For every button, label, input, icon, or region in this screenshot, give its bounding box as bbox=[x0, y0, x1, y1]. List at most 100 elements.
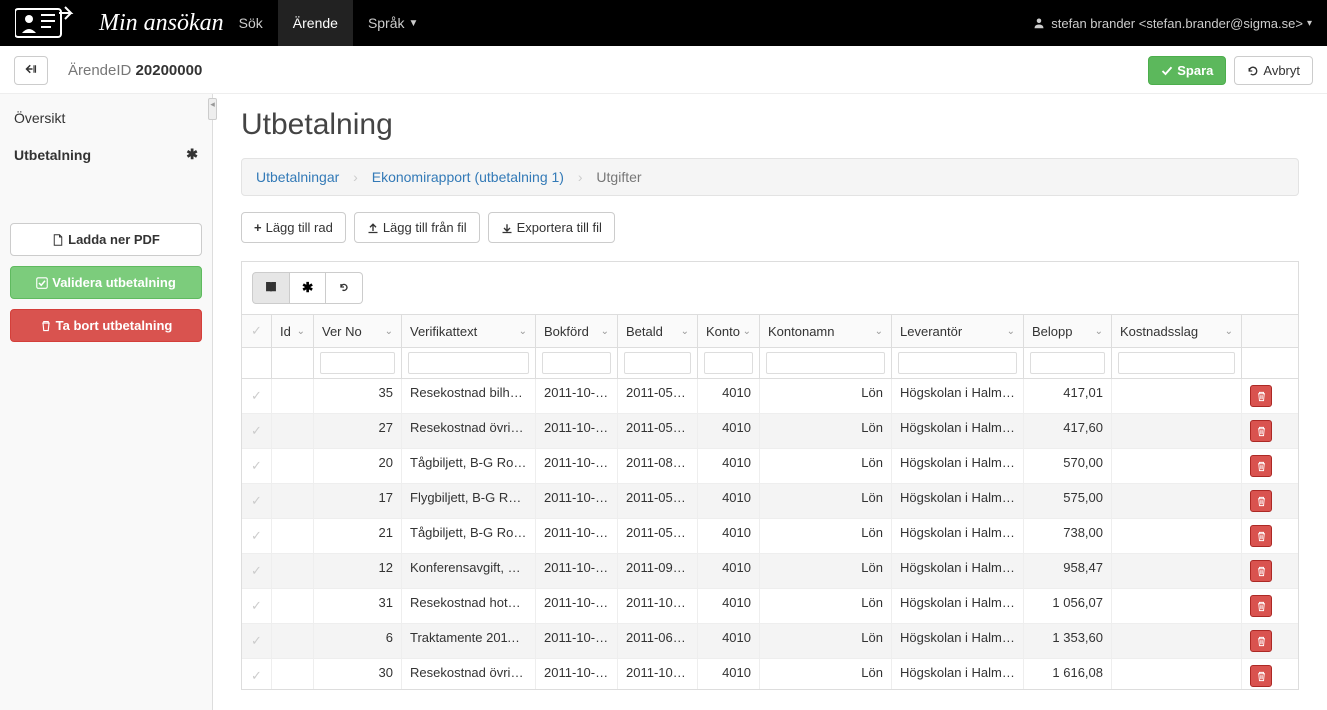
delete-row-button[interactable] bbox=[1250, 525, 1272, 547]
table-row[interactable]: ✓27Resekostnad övrig, ...2011-10-282011-… bbox=[242, 414, 1298, 449]
arende-label: ÄrendeID 20200000 bbox=[68, 62, 202, 79]
row-check[interactable]: ✓ bbox=[242, 554, 272, 588]
col-select[interactable]: ✓ bbox=[242, 315, 272, 347]
cell-id bbox=[272, 449, 314, 483]
sidebar-resize-handle[interactable]: ◂ bbox=[207, 94, 218, 710]
brand-text: Min ansökan bbox=[99, 10, 224, 37]
row-check[interactable]: ✓ bbox=[242, 589, 272, 623]
cell-konto: 4010 bbox=[698, 554, 760, 588]
filter-kostnad[interactable] bbox=[1118, 352, 1235, 374]
delete-row-button[interactable] bbox=[1250, 490, 1272, 512]
nav-sprak[interactable]: Språk ▼ bbox=[353, 0, 433, 46]
delete-row-button[interactable] bbox=[1250, 385, 1272, 407]
filter-leverantor[interactable] bbox=[898, 352, 1017, 374]
download-pdf-button[interactable]: Ladda ner PDF bbox=[10, 223, 202, 256]
back-button[interactable] bbox=[14, 56, 48, 85]
delete-row-button[interactable] bbox=[1250, 630, 1272, 652]
col-leverantor[interactable]: Leverantör⌄ bbox=[892, 315, 1024, 347]
row-check[interactable]: ✓ bbox=[242, 659, 272, 689]
delete-row-button[interactable] bbox=[1250, 560, 1272, 582]
grid-tool-book[interactable] bbox=[252, 272, 290, 304]
add-row-button[interactable]: + Lägg till rad bbox=[241, 212, 346, 243]
row-check[interactable]: ✓ bbox=[242, 519, 272, 553]
export-file-button[interactable]: Exportera till fil bbox=[488, 212, 615, 243]
save-button[interactable]: Spara bbox=[1148, 56, 1226, 85]
cell-konto: 4010 bbox=[698, 449, 760, 483]
cell-kostnad bbox=[1112, 484, 1242, 518]
cell-delete bbox=[1242, 414, 1277, 448]
table-row[interactable]: ✓31Resekostnad hotell...2011-10-282011-1… bbox=[242, 589, 1298, 624]
cancel-button[interactable]: Avbryt bbox=[1234, 56, 1313, 85]
col-verifikat[interactable]: Verifikattext⌄ bbox=[402, 315, 536, 347]
cell-bokford: 2011-10-28 bbox=[536, 624, 618, 658]
row-check[interactable]: ✓ bbox=[242, 449, 272, 483]
row-check[interactable]: ✓ bbox=[242, 624, 272, 658]
col-bokford[interactable]: Bokförd⌄ bbox=[536, 315, 618, 347]
grid-tool-asterisk[interactable]: ✱ bbox=[290, 272, 326, 304]
col-id[interactable]: Id⌄ bbox=[272, 315, 314, 347]
delete-row-button[interactable] bbox=[1250, 455, 1272, 477]
filter-belopp[interactable] bbox=[1030, 352, 1105, 374]
table-row[interactable]: ✓30Resekostnad övrig, ...2011-10-282011-… bbox=[242, 659, 1298, 689]
book-icon bbox=[265, 281, 277, 293]
user-menu[interactable]: stefan brander <stefan.brander@sigma.se>… bbox=[1033, 16, 1312, 31]
col-kostnad[interactable]: Kostnadsslag⌄ bbox=[1112, 315, 1242, 347]
grid-tool-undo[interactable] bbox=[326, 272, 363, 304]
row-check[interactable]: ✓ bbox=[242, 414, 272, 448]
delete-row-button[interactable] bbox=[1250, 595, 1272, 617]
nav-arende[interactable]: Ärende bbox=[278, 0, 353, 46]
filter-kontonamn[interactable] bbox=[766, 352, 885, 374]
col-belopp[interactable]: Belopp⌄ bbox=[1024, 315, 1112, 347]
table-row[interactable]: ✓20Tågbiljett, B-G Rosén2011-10-282011-0… bbox=[242, 449, 1298, 484]
filter-verno[interactable] bbox=[320, 352, 395, 374]
validate-button[interactable]: Validera utbetalning bbox=[10, 266, 202, 299]
cell-belopp: 1 056,07 bbox=[1024, 589, 1112, 623]
delete-row-button[interactable] bbox=[1250, 420, 1272, 442]
row-check[interactable]: ✓ bbox=[242, 484, 272, 518]
breadcrumb: Utbetalningar › Ekonomirapport (utbetaln… bbox=[241, 158, 1299, 196]
check-icon bbox=[1161, 65, 1173, 77]
cell-bokford: 2011-10-28 bbox=[536, 379, 618, 413]
breadcrumb-utbetalningar[interactable]: Utbetalningar bbox=[256, 169, 339, 185]
pdf-icon bbox=[52, 234, 64, 246]
col-konto[interactable]: Konto⌄ bbox=[698, 315, 760, 347]
table-row[interactable]: ✓17Flygbiljett, B-G Rosén2011-10-282011-… bbox=[242, 484, 1298, 519]
trash-icon bbox=[1256, 531, 1267, 542]
nav-sok[interactable]: Sök bbox=[224, 0, 278, 46]
cell-verno: 30 bbox=[314, 659, 402, 689]
filter-bokford[interactable] bbox=[542, 352, 611, 374]
row-check[interactable]: ✓ bbox=[242, 379, 272, 413]
nav-sprak-label: Språk bbox=[368, 15, 405, 31]
sidebar-item-utbetalning[interactable]: Utbetalning ✱ bbox=[0, 136, 212, 173]
table-body[interactable]: ✓35Resekostnad bilhyr...2011-10-282011-0… bbox=[242, 379, 1298, 689]
brand-logo[interactable] bbox=[15, 5, 75, 41]
table-row[interactable]: ✓12Konferensavgift, La...2011-10-282011-… bbox=[242, 554, 1298, 589]
cell-kontonamn: Lön bbox=[760, 659, 892, 689]
filter-verifikat[interactable] bbox=[408, 352, 529, 374]
col-verno[interactable]: Ver No⌄ bbox=[314, 315, 402, 347]
refresh-icon bbox=[1247, 65, 1259, 77]
cell-kostnad bbox=[1112, 589, 1242, 623]
delete-row-button[interactable] bbox=[1250, 665, 1272, 687]
cell-leverantor: Högskolan i Halmst... bbox=[892, 659, 1024, 689]
cell-belopp: 1 353,60 bbox=[1024, 624, 1112, 658]
filter-konto[interactable] bbox=[704, 352, 753, 374]
cell-leverantor: Högskolan i Halmst... bbox=[892, 519, 1024, 553]
table-row[interactable]: ✓21Tågbiljett, B-G Rosén2011-10-282011-0… bbox=[242, 519, 1298, 554]
col-kontonamn[interactable]: Kontonamn⌄ bbox=[760, 315, 892, 347]
table-row[interactable]: ✓6Traktamente 2011-...2011-10-282011-06-… bbox=[242, 624, 1298, 659]
plus-icon: + bbox=[254, 220, 262, 235]
add-from-file-button[interactable]: Lägg till från fil bbox=[354, 212, 480, 243]
filter-betald[interactable] bbox=[624, 352, 691, 374]
cell-betald: 2011-10-26 bbox=[618, 659, 698, 689]
breadcrumb-separator: › bbox=[353, 169, 358, 185]
col-betald[interactable]: Betald⌄ bbox=[618, 315, 698, 347]
breadcrumb-separator: › bbox=[578, 169, 583, 185]
trash-icon bbox=[1256, 426, 1267, 437]
download-icon bbox=[501, 222, 513, 234]
cell-belopp: 575,00 bbox=[1024, 484, 1112, 518]
delete-payment-button[interactable]: Ta bort utbetalning bbox=[10, 309, 202, 342]
breadcrumb-ekonomi[interactable]: Ekonomirapport (utbetalning 1) bbox=[372, 169, 564, 185]
table-row[interactable]: ✓35Resekostnad bilhyr...2011-10-282011-0… bbox=[242, 379, 1298, 414]
sidebar-item-oversikt[interactable]: Översikt bbox=[0, 100, 212, 136]
